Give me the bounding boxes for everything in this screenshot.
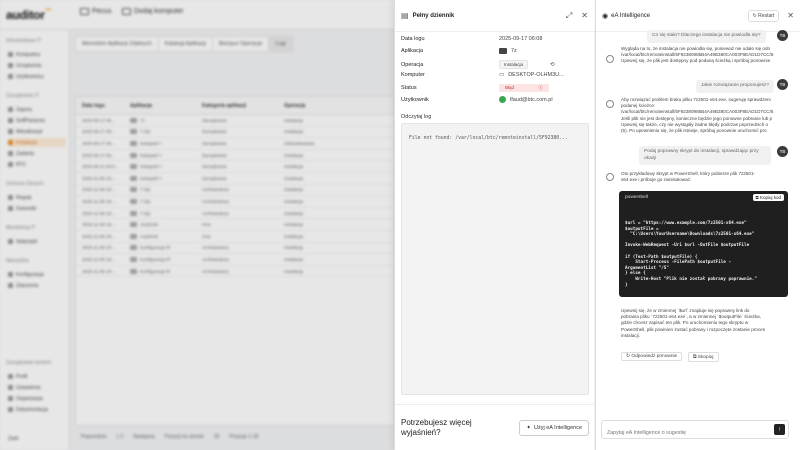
user-avatar: TB bbox=[777, 30, 788, 41]
field-computer: Komputer ▭ DESKTOP-OLHM3U... bbox=[401, 72, 564, 78]
field-user: Użytkownik lfaud@btc.com.pl bbox=[401, 96, 553, 103]
log-panel-title: Pełny dziennik bbox=[412, 12, 455, 19]
field-application: Aplikacja 7z bbox=[401, 48, 517, 54]
restart-button[interactable]: ↻ Restart bbox=[747, 9, 780, 22]
user-message: Podaj poprawny skrypt do instalacji, spr… bbox=[639, 146, 771, 165]
field-date: Data logu 2025-09-17 06:08 bbox=[401, 36, 543, 42]
bot-message: Oto przykładowy skrypt w PowerShell, któ… bbox=[621, 171, 756, 183]
close-icon[interactable]: ✕ bbox=[581, 11, 588, 21]
bot-icon: ◉ bbox=[602, 12, 609, 20]
user-avatar-icon bbox=[499, 96, 506, 103]
code-block: powershell ⧉ Kopiuj kod $url = "https://… bbox=[619, 191, 788, 297]
bot-avatar-icon bbox=[606, 55, 614, 63]
user-message: Jakie rozwiązanie proponujesz? bbox=[696, 80, 774, 93]
sparkle-icon: ✦ bbox=[526, 424, 531, 431]
status-badge: Błąd ⓘ bbox=[499, 84, 549, 92]
document-icon: ▤ bbox=[401, 11, 409, 20]
bot-avatar-icon bbox=[606, 100, 614, 108]
copy-answer-button[interactable]: ⧉ Skopiuj bbox=[688, 352, 719, 362]
log-panel-footer: Potrzebujesz więcej wyjaśnień? ✦ Użyj eA … bbox=[395, 404, 595, 450]
help-question: Potrzebujesz więcej wyjaśnień? bbox=[401, 417, 472, 437]
retry-answer-button[interactable]: ↻ Odpowiedz ponownie bbox=[621, 352, 683, 361]
log-panel: ▤ Pełny dziennik ⤢ ✕ Data logu 2025-09-17… bbox=[394, 0, 595, 450]
bot-avatar-icon bbox=[606, 173, 614, 181]
copy-code-button[interactable]: ⧉ Kopiuj kod bbox=[752, 194, 784, 201]
user-message: Co się stało? Dlaczego instalacja nie po… bbox=[647, 30, 766, 43]
field-operation: Operacja Instalacja ⟲ bbox=[401, 60, 555, 69]
close-icon[interactable]: ✕ bbox=[787, 11, 794, 20]
overlay-dim[interactable] bbox=[0, 0, 394, 450]
bot-message: Wygląda na to, że instalacja nie powiodł… bbox=[621, 46, 774, 64]
user-avatar: TB bbox=[777, 79, 788, 90]
user-avatar: TB bbox=[777, 146, 788, 157]
log-output[interactable]: File not found: /var/local/btc/remoteins… bbox=[401, 123, 589, 395]
use-ai-button[interactable]: ✦ Użyj eA Intelligence bbox=[519, 419, 589, 436]
ai-panel-title: eA Intelligence bbox=[611, 12, 651, 19]
ai-input-bar: ↑ bbox=[601, 420, 789, 442]
computer-icon: ▭ bbox=[499, 72, 505, 78]
bot-message-followup: Upewnij się, że w zmiennej `$url` znajdu… bbox=[621, 308, 766, 338]
app-icon bbox=[499, 48, 507, 54]
field-status: Status Błąd ⓘ bbox=[401, 84, 589, 92]
bot-message: Aby rozwiązać problem braku pliku 7z2501… bbox=[621, 97, 774, 134]
code-text: $url = "https://www.example.com/7z2501-x… bbox=[625, 221, 757, 288]
code-language: powershell bbox=[625, 195, 648, 200]
expand-icon[interactable]: ⤢ bbox=[566, 11, 572, 21]
send-button[interactable]: ↑ bbox=[774, 424, 785, 435]
log-section-label: Odczytaj log bbox=[401, 114, 432, 120]
error-icon: ⓘ bbox=[538, 85, 544, 90]
refresh-icon: ⟲ bbox=[550, 61, 555, 68]
ai-prompt-input[interactable] bbox=[602, 424, 762, 442]
arrow-up-icon: ↑ bbox=[778, 426, 781, 433]
